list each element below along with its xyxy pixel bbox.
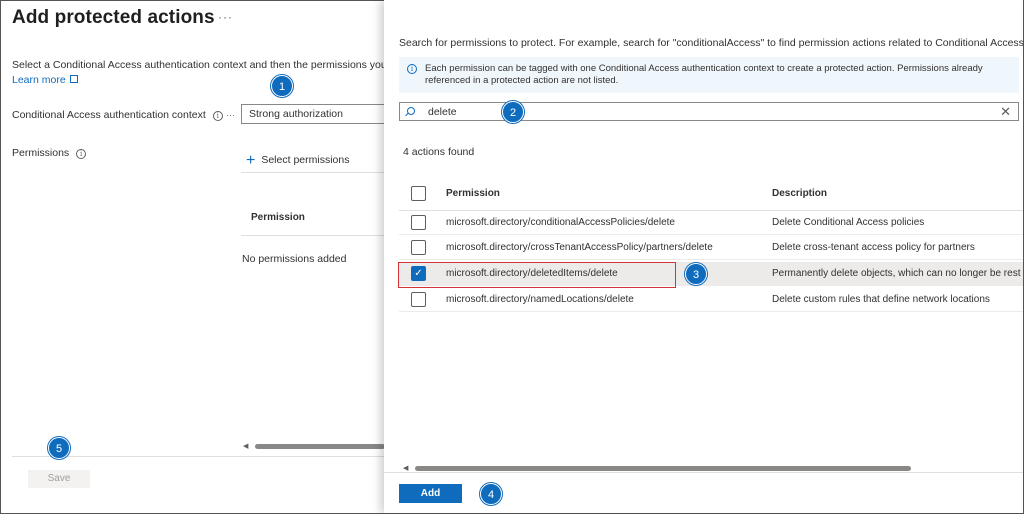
learn-more-link[interactable]: Learn more — [12, 74, 78, 86]
table-row[interactable]: microsoft.directory/crossTenantAccessPol… — [399, 236, 1023, 260]
row-checkbox[interactable] — [411, 240, 426, 255]
column-header-permission: Permission — [446, 188, 500, 199]
permissions-label-text: Permissions — [12, 147, 70, 159]
column-header-description: Description — [772, 188, 828, 199]
selection-highlight — [398, 262, 676, 288]
row-checkbox[interactable] — [411, 292, 426, 307]
context-dropdown[interactable]: Strong authorization — [241, 104, 384, 124]
scrollbar-thumb[interactable] — [415, 466, 911, 471]
divider — [241, 235, 384, 236]
search-hint-text: Search for permissions to protect. For e… — [399, 37, 1023, 49]
learn-more-label: Learn more — [12, 74, 66, 86]
horizontal-scrollbar[interactable]: ◀ — [403, 464, 1023, 472]
table-row[interactable]: microsoft.directory/namedLocations/delet… — [399, 288, 1023, 312]
row-permission: microsoft.directory/crossTenantAccessPol… — [446, 242, 713, 253]
scroll-left-icon[interactable]: ◀ — [243, 442, 248, 450]
scrollbar-thumb[interactable] — [255, 444, 384, 449]
permissions-label: Permissions i — [12, 147, 87, 159]
context-label: Conditional Access authentication contex… — [12, 109, 223, 121]
callout-marker-2: 2 — [502, 101, 524, 123]
callout-marker-1: 1 — [271, 75, 293, 97]
info-icon[interactable]: i — [76, 149, 87, 159]
more-options-icon[interactable]: ··· — [218, 10, 233, 24]
select-all-checkbox[interactable] — [411, 186, 426, 201]
footer-divider — [384, 472, 1023, 473]
search-input-value: delete — [428, 106, 457, 118]
row-description: Permanently delete objects, which can no… — [772, 268, 1021, 279]
search-input[interactable]: delete ✕ — [399, 102, 1019, 121]
intro-text: Select a Conditional Access authenticati… — [12, 59, 384, 71]
results-count: 4 actions found — [403, 146, 475, 158]
table-row[interactable]: microsoft.directory/conditionalAccessPol… — [399, 211, 1023, 235]
callout-marker-4: 4 — [480, 483, 502, 505]
row-permission: microsoft.directory/namedLocations/delet… — [446, 294, 634, 305]
page-title: Add protected actions — [12, 7, 215, 28]
row-permission: microsoft.directory/conditionalAccessPol… — [446, 217, 675, 228]
external-link-icon — [69, 75, 78, 83]
callout-marker-3: 3 — [685, 263, 707, 285]
info-icon[interactable]: i — [212, 111, 223, 121]
select-permissions-label: Select permissions — [261, 154, 350, 166]
info-banner-text: Each permission can be tagged with one C… — [425, 63, 983, 86]
select-permissions-button[interactable]: + Select permissions — [246, 150, 350, 169]
row-description: Delete cross-tenant access policy for pa… — [772, 242, 975, 253]
save-button[interactable]: Save — [28, 470, 90, 488]
table-header-row: Permission Description — [399, 182, 1023, 211]
scroll-left-icon[interactable]: ◀ — [403, 464, 408, 472]
add-button[interactable]: Add — [399, 484, 462, 503]
divider — [241, 172, 384, 173]
close-icon[interactable]: ✕ — [1000, 104, 1011, 120]
permission-column-header: Permission — [251, 212, 305, 223]
row-description: Delete custom rules that define network … — [772, 294, 990, 305]
info-icon: i — [407, 64, 417, 74]
search-icon — [407, 107, 415, 115]
horizontal-scrollbar[interactable]: ◀ — [243, 442, 384, 450]
callout-marker-5: 5 — [48, 437, 70, 459]
dots-icon: ··· — [226, 110, 235, 120]
row-checkbox[interactable] — [411, 215, 426, 230]
footer-divider — [12, 456, 384, 457]
empty-state-text: No permissions added — [242, 253, 347, 265]
context-label-text: Conditional Access authentication contex… — [12, 109, 206, 121]
row-description: Delete Conditional Access policies — [772, 217, 925, 228]
plus-icon: + — [246, 152, 256, 169]
select-permissions-panel: Search for permissions to protect. For e… — [384, 0, 1023, 513]
info-banner: i Each permission can be tagged with one… — [399, 57, 1019, 93]
